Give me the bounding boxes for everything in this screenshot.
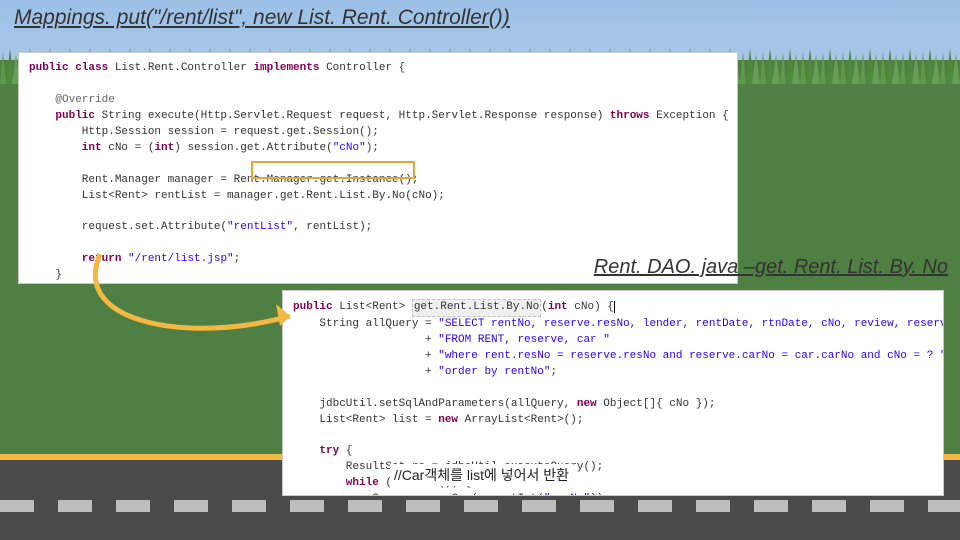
subtitle-dao: Rent. DAO. java –get. Rent. List. By. No <box>594 256 948 279</box>
code-panel-dao: public List<Rent> get.Rent.List.By.No(in… <box>282 290 944 496</box>
korean-note: //Car객체를 list에 넣어서 반환 <box>390 464 573 486</box>
road-dashes <box>0 500 960 512</box>
page-title: Mappings. put("/rent/list", new List. Re… <box>14 6 510 30</box>
method-name-box: get.Rent.List.By.No <box>412 299 541 317</box>
code-panel-controller: public class List.Rent.Controller implem… <box>18 52 738 284</box>
